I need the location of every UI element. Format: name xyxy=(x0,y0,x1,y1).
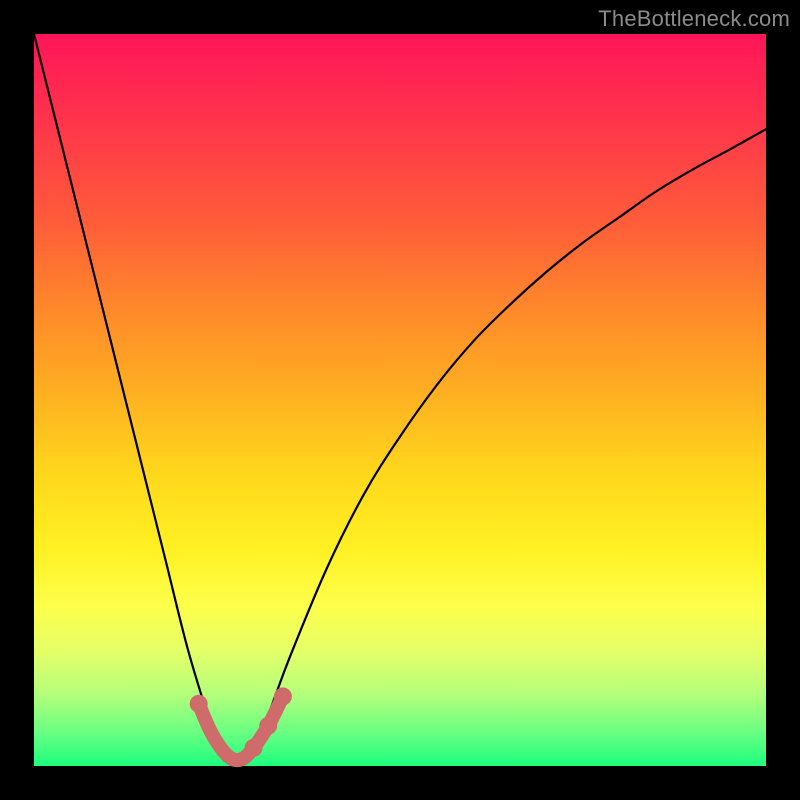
threshold-marker xyxy=(274,687,292,705)
threshold-marker xyxy=(259,717,277,735)
threshold-marker xyxy=(190,695,208,713)
watermark-text: TheBottleneck.com xyxy=(598,6,790,32)
curve-layer xyxy=(34,34,766,766)
plot-area xyxy=(34,34,766,766)
chart-frame: TheBottleneck.com xyxy=(0,0,800,800)
threshold-marker xyxy=(245,739,263,757)
bottleneck-curve xyxy=(34,34,766,763)
